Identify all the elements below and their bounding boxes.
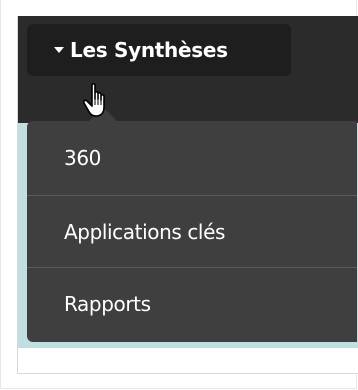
syntheses-dropdown-menu: 360 Applications clés Rapports bbox=[27, 121, 357, 342]
menu-item-applications-cles[interactable]: Applications clés bbox=[27, 196, 357, 268]
menu-item-label: 360 bbox=[64, 146, 101, 170]
caret-down-icon bbox=[54, 47, 64, 53]
window-frame: Les Synthèses 360 Applications clés Rapp… bbox=[0, 0, 358, 389]
syntheses-dropdown-button[interactable]: Les Synthèses bbox=[27, 24, 291, 76]
menu-item-label: Applications clés bbox=[64, 219, 226, 244]
menu-item-360[interactable]: 360 bbox=[27, 121, 357, 196]
hand-pointer-icon bbox=[83, 83, 105, 117]
menu-item-label: Rapports bbox=[64, 292, 151, 316]
menu-item-rapports[interactable]: Rapports bbox=[27, 268, 357, 340]
syntheses-button-label: Les Synthèses bbox=[70, 38, 228, 62]
